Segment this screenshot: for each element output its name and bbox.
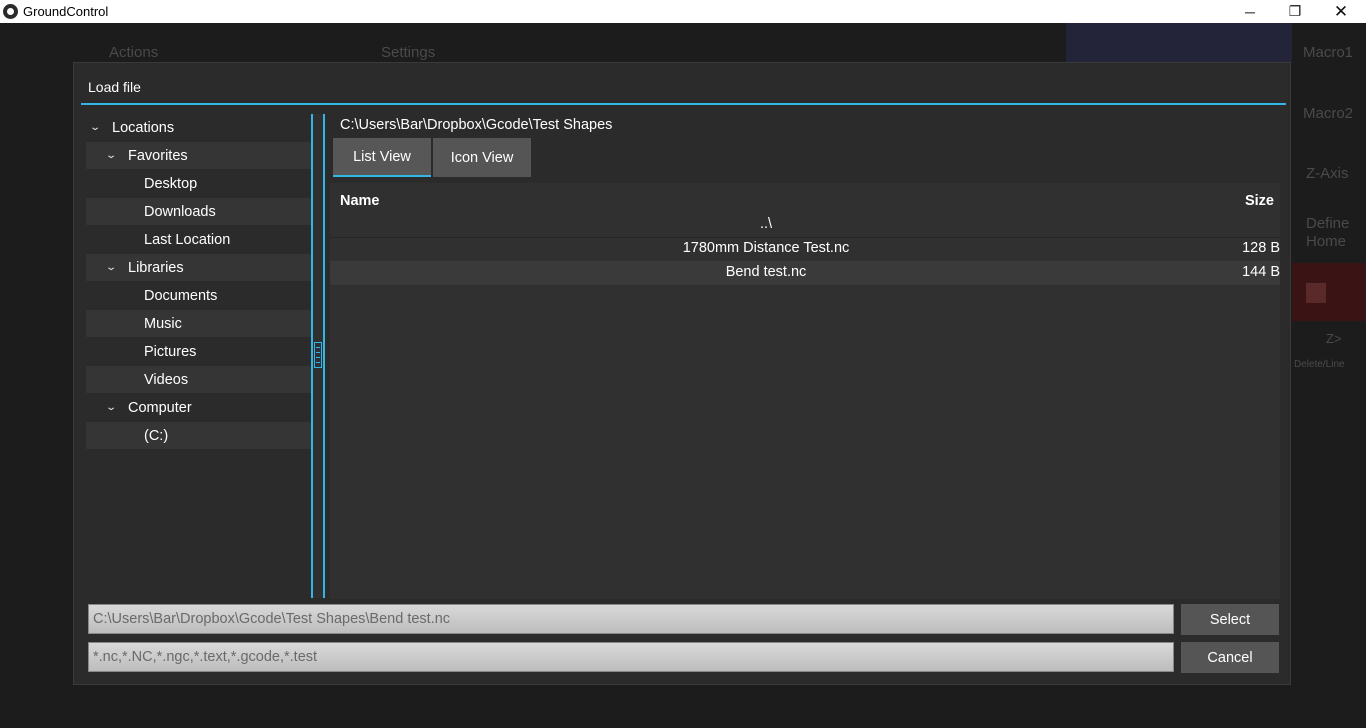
file-filter-input[interactable]	[88, 642, 1174, 672]
file-row-selected[interactable]: Bend test.nc 144 B	[330, 261, 1280, 285]
cancel-button[interactable]: Cancel	[1181, 642, 1279, 673]
tree-item-label: Last Location	[144, 231, 231, 248]
tree-item-label: Pictures	[144, 343, 197, 360]
tree-item-label: Locations	[112, 119, 175, 136]
background-jog-panel	[1066, 23, 1292, 63]
selected-file-input[interactable]	[88, 604, 1174, 634]
tree-item-label: Desktop	[144, 175, 198, 192]
tree-item-c-drive[interactable]: (C:)	[86, 422, 311, 449]
background-macro2-button: Macro2	[1303, 105, 1354, 122]
tree-item-downloads[interactable]: Downloads	[86, 198, 311, 225]
column-header-name[interactable]: Name	[340, 193, 380, 209]
locations-tree: ⌄ Locations ⌄ Favorites Desktop Download…	[86, 114, 311, 598]
file-name: ..\	[759, 216, 773, 232]
tree-item-music[interactable]: Music	[86, 310, 311, 337]
tab-list-view[interactable]: List View	[333, 138, 431, 177]
tab-icon-view[interactable]: Icon View	[433, 138, 531, 177]
tree-item-locations[interactable]: ⌄ Locations	[86, 114, 311, 141]
minimize-button[interactable]: ─	[1227, 0, 1273, 23]
tree-item-label: Libraries	[128, 259, 184, 276]
background-define-label: Define	[1306, 215, 1350, 232]
restore-button[interactable]: ❐	[1272, 0, 1318, 23]
dialog-title: Load file	[88, 79, 141, 95]
tree-item-favorites[interactable]: ⌄ Favorites	[86, 142, 311, 169]
tree-item-label: Videos	[144, 371, 189, 388]
file-row[interactable]: 1780mm Distance Test.nc 128 B	[330, 237, 1280, 261]
tree-item-label: Music	[144, 315, 182, 332]
background-delete-line-label: Delete/Line	[1294, 359, 1345, 370]
background-stop-button	[1292, 263, 1366, 321]
splitter-grip-icon[interactable]	[314, 342, 322, 368]
pane-splitter[interactable]	[311, 114, 325, 598]
chevron-down-icon: ⌄	[105, 262, 117, 273]
tree-item-documents[interactable]: Documents	[86, 282, 311, 309]
file-size: 128 B	[1242, 240, 1280, 256]
background-macro1-button: Macro1	[1303, 44, 1354, 61]
stop-icon	[1306, 283, 1326, 303]
tree-item-label: (C:)	[144, 427, 169, 444]
tree-item-label: Favorites	[128, 147, 188, 164]
tree-item-pictures[interactable]: Pictures	[86, 338, 311, 365]
close-button[interactable]: ✕	[1318, 0, 1364, 23]
file-name: 1780mm Distance Test.nc	[682, 240, 850, 256]
tree-item-computer[interactable]: ⌄ Computer	[86, 394, 311, 421]
file-row-parent[interactable]: ..\	[330, 213, 1280, 237]
load-file-dialog: Load file ⌄ Locations ⌄ Favorites Deskto…	[73, 62, 1291, 685]
file-name: Bend test.nc	[725, 264, 807, 280]
tree-item-libraries[interactable]: ⌄ Libraries	[86, 254, 311, 281]
tree-item-label: Downloads	[144, 203, 216, 220]
tree-item-last-location[interactable]: Last Location	[86, 226, 311, 253]
tree-item-label: Documents	[144, 287, 218, 304]
title-bar: GroundControl ─ ❐ ✕	[0, 0, 1366, 23]
column-header-size[interactable]: Size	[1245, 193, 1274, 209]
background-home-label: Home	[1306, 233, 1347, 250]
background-z-label: Z>	[1326, 331, 1342, 346]
current-path-label: C:\Users\Bar\Dropbox\Gcode\Test Shapes	[340, 117, 613, 133]
file-size: 144 B	[1242, 264, 1280, 280]
tree-item-label: Computer	[128, 399, 192, 416]
background-actions-tab: Actions	[109, 44, 159, 61]
chevron-down-icon: ⌄	[105, 402, 117, 413]
window-title: GroundControl	[23, 4, 109, 19]
background-settings-tab: Settings	[381, 44, 436, 61]
chevron-down-icon: ⌄	[89, 122, 101, 133]
tree-item-desktop[interactable]: Desktop	[86, 170, 311, 197]
app-icon	[3, 4, 18, 19]
chevron-down-icon: ⌄	[105, 150, 117, 161]
tree-item-videos[interactable]: Videos	[86, 366, 311, 393]
background-zaxis-button: Z-Axis	[1306, 165, 1349, 182]
file-list: Name Size ..\ 1780mm Distance Test.nc 12…	[330, 183, 1280, 599]
select-button[interactable]: Select	[1181, 604, 1279, 635]
title-separator	[81, 103, 1286, 105]
